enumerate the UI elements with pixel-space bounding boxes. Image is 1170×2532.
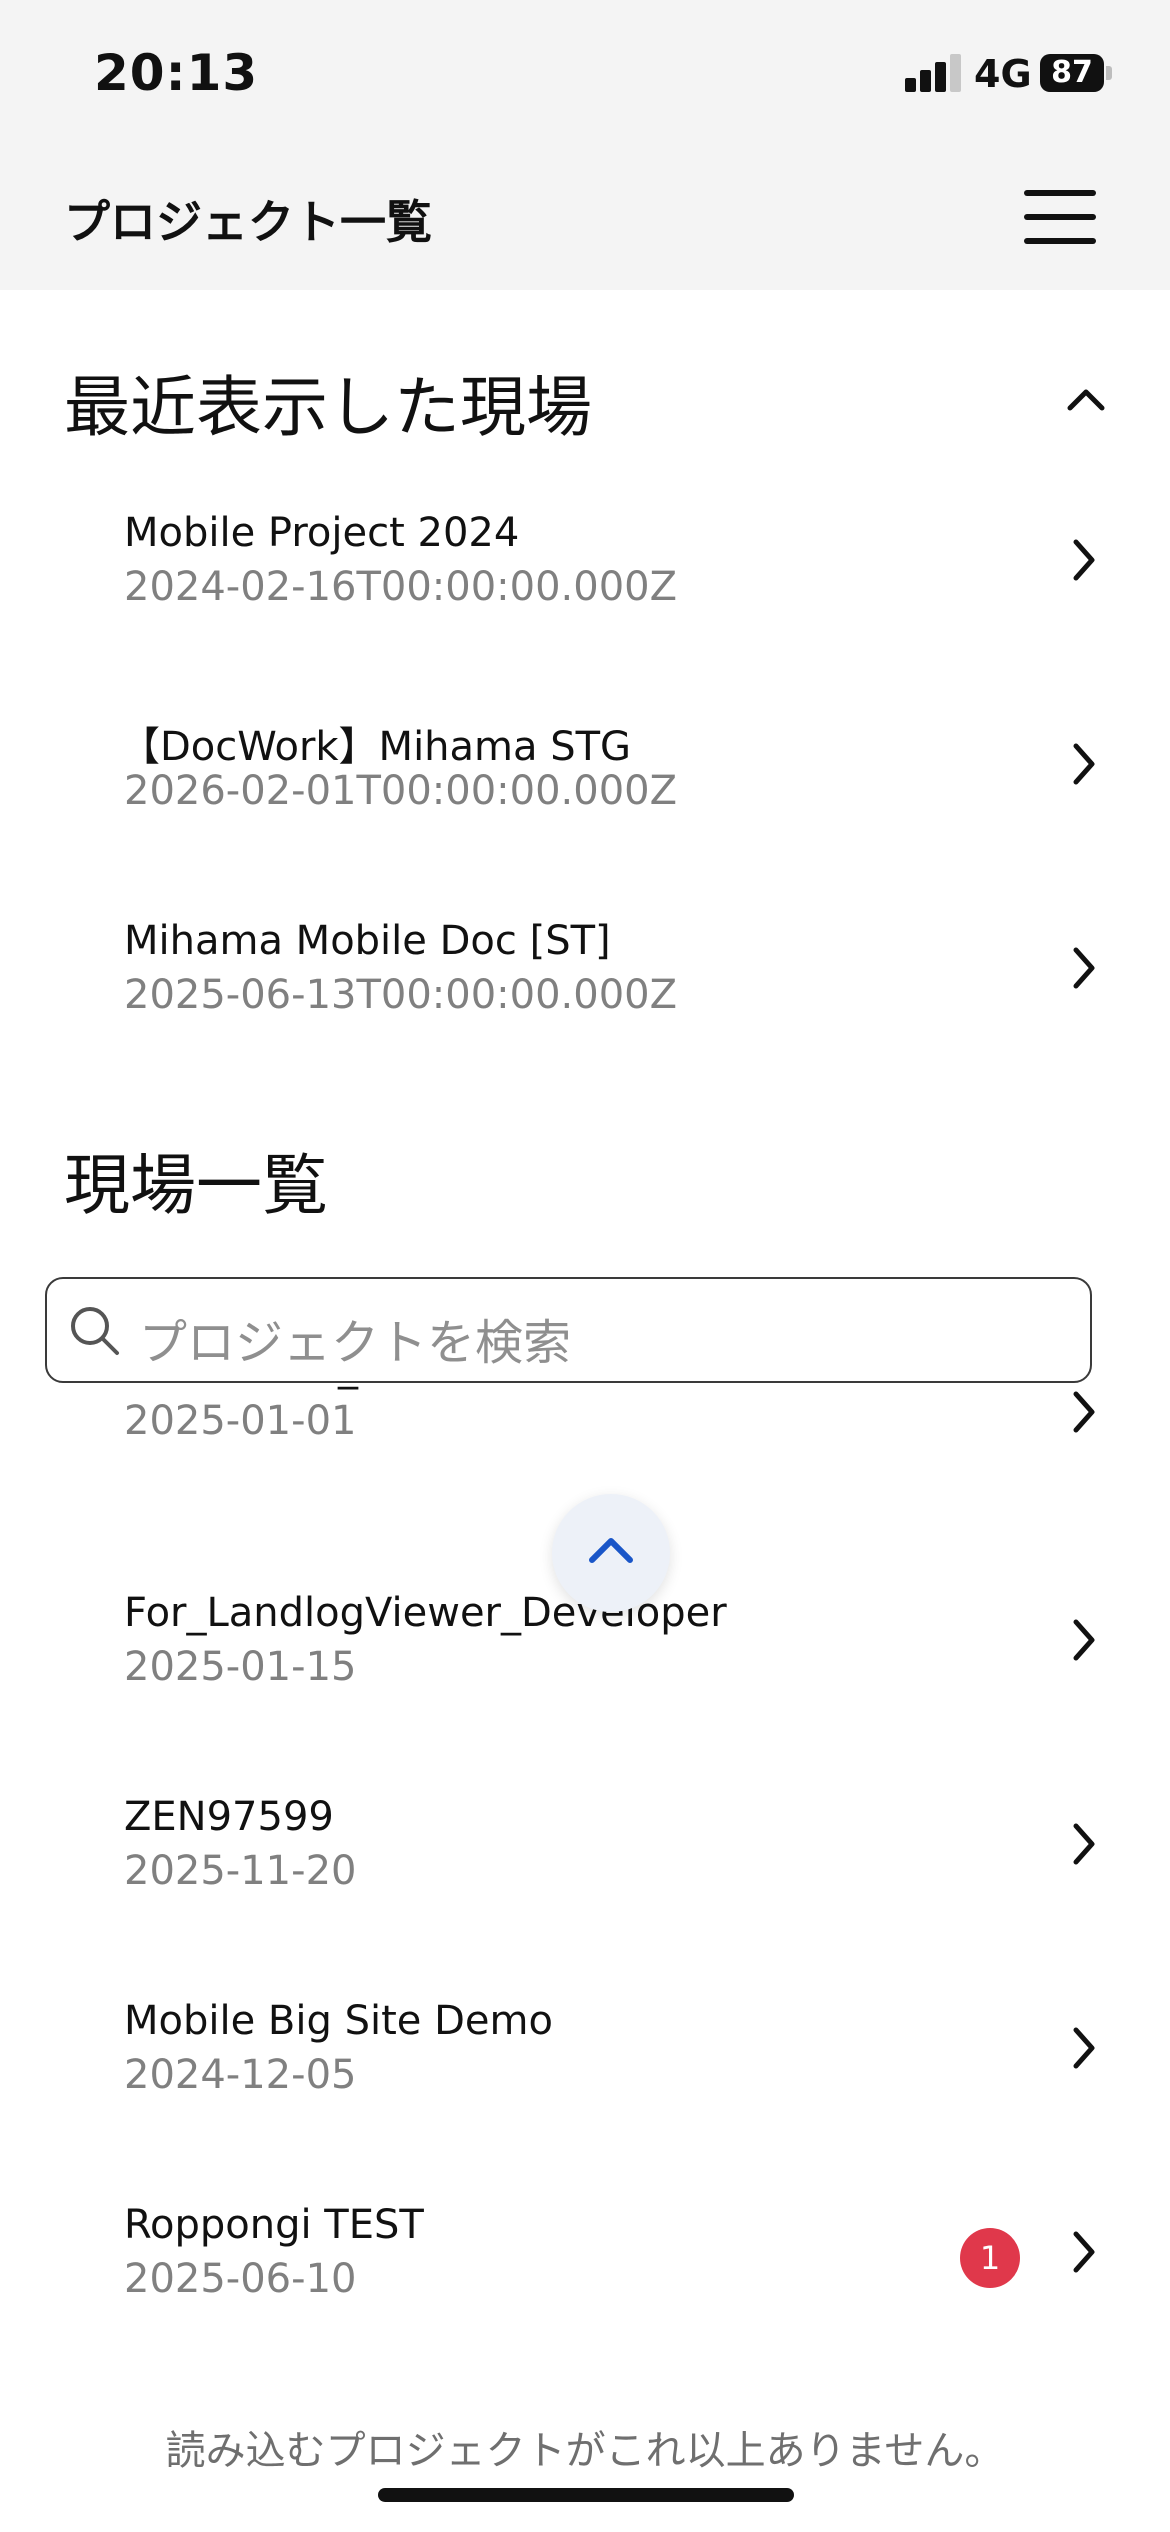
recent-item-mihama-mobile-doc[interactable]: Mihama Mobile Doc [ST] 2025-06-13T00:00:… (0, 918, 1170, 1078)
battery-cap (1106, 66, 1112, 80)
search-icon (65, 1301, 125, 1361)
recent-item-docwork-mihama-stg[interactable]: 【DocWork】Mihama STG 2026-02-01T00:00:00.… (0, 714, 1170, 874)
sites-section-title: 現場一覧 (64, 1147, 328, 1224)
chevron-right-icon (1064, 738, 1104, 790)
chevron-right-icon (1064, 1614, 1104, 1666)
signal-icon (905, 54, 961, 92)
search-placeholder: プロジェクトを検索 (139, 1315, 572, 1371)
no-more-projects-message: 読み込むプロジェクトがこれ以上ありません。 (165, 2428, 1005, 2474)
chevron-right-icon (1064, 2022, 1104, 2074)
item-name: ZEN97599 (124, 1794, 334, 1840)
chevron-right-icon (1064, 534, 1104, 586)
recent-item-mobile-project-2024[interactable]: Mobile Project 2024 2024-02-16T00:00:00.… (0, 510, 1170, 670)
item-name: Mihama Mobile Doc [ST] (124, 918, 611, 964)
chevron-right-icon (1064, 1386, 1104, 1438)
status-bar: 20:13 4G 87 (0, 0, 1170, 150)
chevron-up-icon[interactable] (1056, 370, 1116, 430)
site-item-test-site[interactable]: TEST 1000_TEST Site 2025-01-01 (0, 1374, 1170, 1504)
chevron-right-icon (1064, 2226, 1104, 2278)
chevron-right-icon (1064, 942, 1104, 994)
item-date: 2024-12-05 (124, 2052, 357, 2098)
site-item-zen97599[interactable]: ZEN97599 2025-11-20 (0, 1794, 1170, 1954)
item-date: 2025-06-10 (124, 2256, 357, 2302)
item-date: 2026-02-01T00:00:00.000Z (124, 768, 678, 814)
item-date: 2025-01-01 (124, 1398, 357, 1444)
network-type: 4G (974, 52, 1032, 96)
site-item-roppongi-test[interactable]: Roppongi TEST 2025-06-10 1 (0, 2202, 1170, 2362)
hamburger-icon[interactable] (1024, 190, 1100, 250)
item-name: Roppongi TEST (124, 2202, 424, 2248)
item-date: 2024-02-16T00:00:00.000Z (124, 564, 678, 610)
item-name: Mobile Project 2024 (124, 510, 520, 556)
scroll-to-top-button[interactable] (552, 1494, 670, 1612)
page-title: プロジェクト一覧 (64, 195, 432, 249)
app-header: プロジェクト一覧 (0, 150, 1170, 290)
item-name: 【DocWork】Mihama STG (120, 724, 632, 770)
site-item-landlog-viewer[interactable]: For_LandlogViewer_Developer 2025-01-15 (0, 1590, 1170, 1750)
chevron-right-icon (1064, 1818, 1104, 1870)
item-date: 2025-11-20 (124, 1848, 357, 1894)
search-input[interactable]: プロジェクトを検索 (45, 1277, 1092, 1383)
recent-section-title: 最近表示した現場 (64, 369, 592, 446)
chevron-up-icon (589, 1538, 633, 1563)
site-item-mobile-big-site-demo[interactable]: Mobile Big Site Demo 2024-12-05 (0, 1998, 1170, 2158)
notification-badge: 1 (960, 2228, 1020, 2288)
item-name: Mobile Big Site Demo (124, 1998, 553, 2044)
battery-icon: 87 (1040, 54, 1104, 92)
item-date: 2025-01-15 (124, 1644, 357, 1690)
home-indicator (378, 2488, 794, 2502)
status-time: 20:13 (94, 44, 259, 102)
item-date: 2025-06-13T00:00:00.000Z (124, 972, 678, 1018)
